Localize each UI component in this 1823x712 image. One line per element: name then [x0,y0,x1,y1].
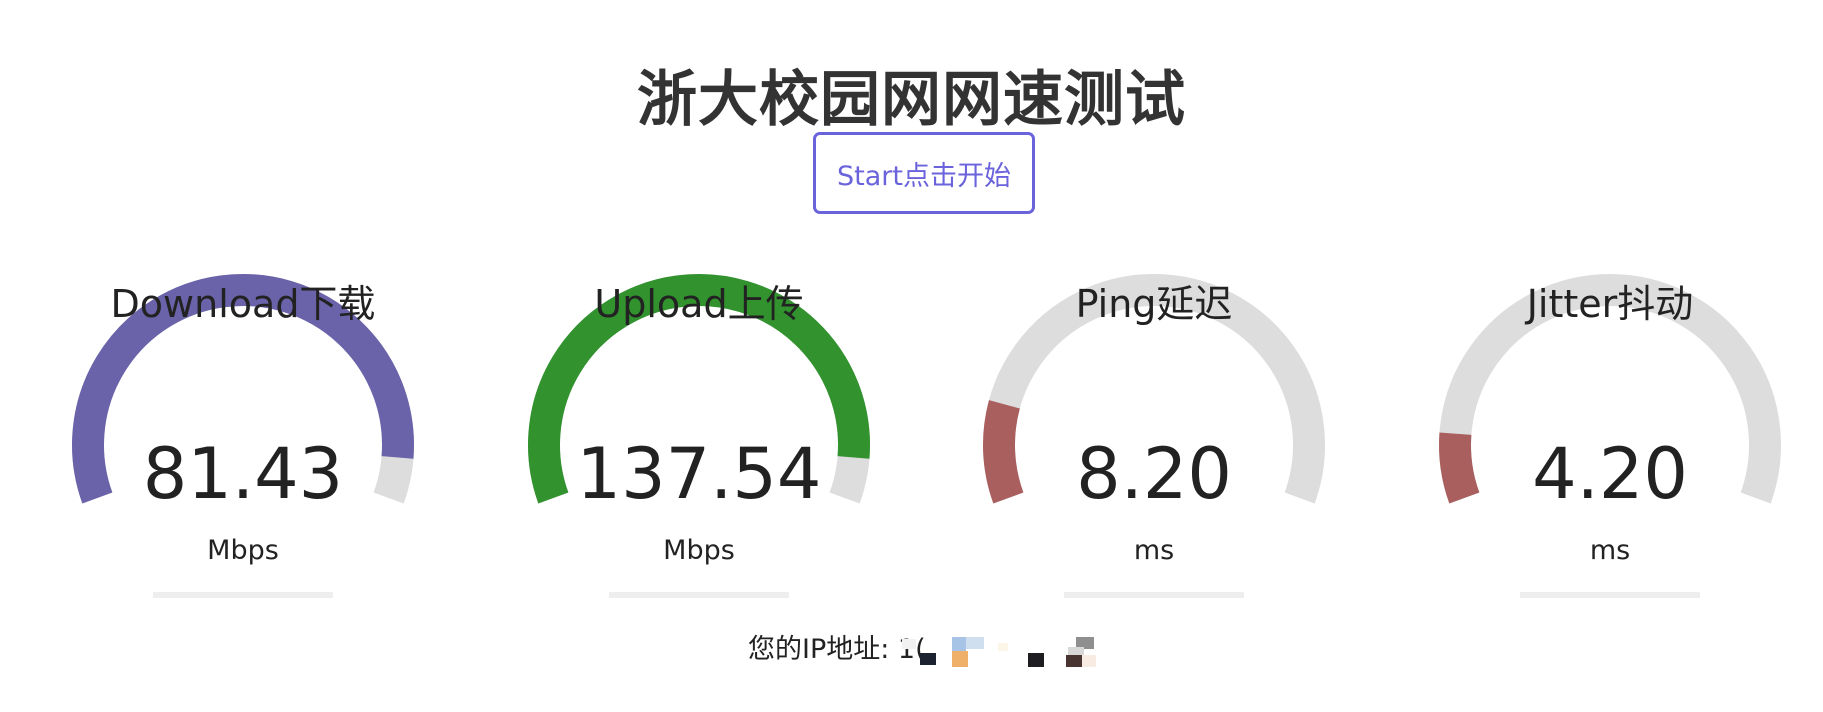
download-value: 81.43 [142,433,344,515]
download-label: Download下载 [110,282,376,326]
jitter-meter: Jitter抖动 4.20 ms [1400,270,1820,610]
upload-meter: Upload上传 137.54 Mbps [489,270,909,610]
download-meter: Download下载 81.43 Mbps [33,270,453,610]
jitter-value: 4.20 [1532,433,1688,515]
page-title: 浙大校园网网速测试 [637,65,1186,136]
upload-unit: Mbps [663,535,735,566]
upload-value: 137.54 [576,433,822,515]
ping-progress-bar [1064,592,1244,598]
upload-label: Upload上传 [594,282,804,326]
ip-address-label: 您的IP地址: 1( [748,634,926,665]
jitter-unit: ms [1589,535,1631,566]
ping-value: 8.20 [1076,433,1232,515]
download-unit: Mbps [207,535,279,566]
start-button[interactable]: Start点击开始 [813,132,1035,214]
upload-progress-bar [609,592,789,598]
ip-address-redaction [902,637,1096,667]
ping-meter: Ping延迟 8.20 ms [944,270,1364,610]
jitter-progress-bar [1520,592,1700,598]
download-progress-bar [153,592,333,598]
jitter-label: Jitter抖动 [1526,282,1694,326]
ping-unit: ms [1133,535,1175,566]
ping-label: Ping延迟 [1075,282,1233,326]
